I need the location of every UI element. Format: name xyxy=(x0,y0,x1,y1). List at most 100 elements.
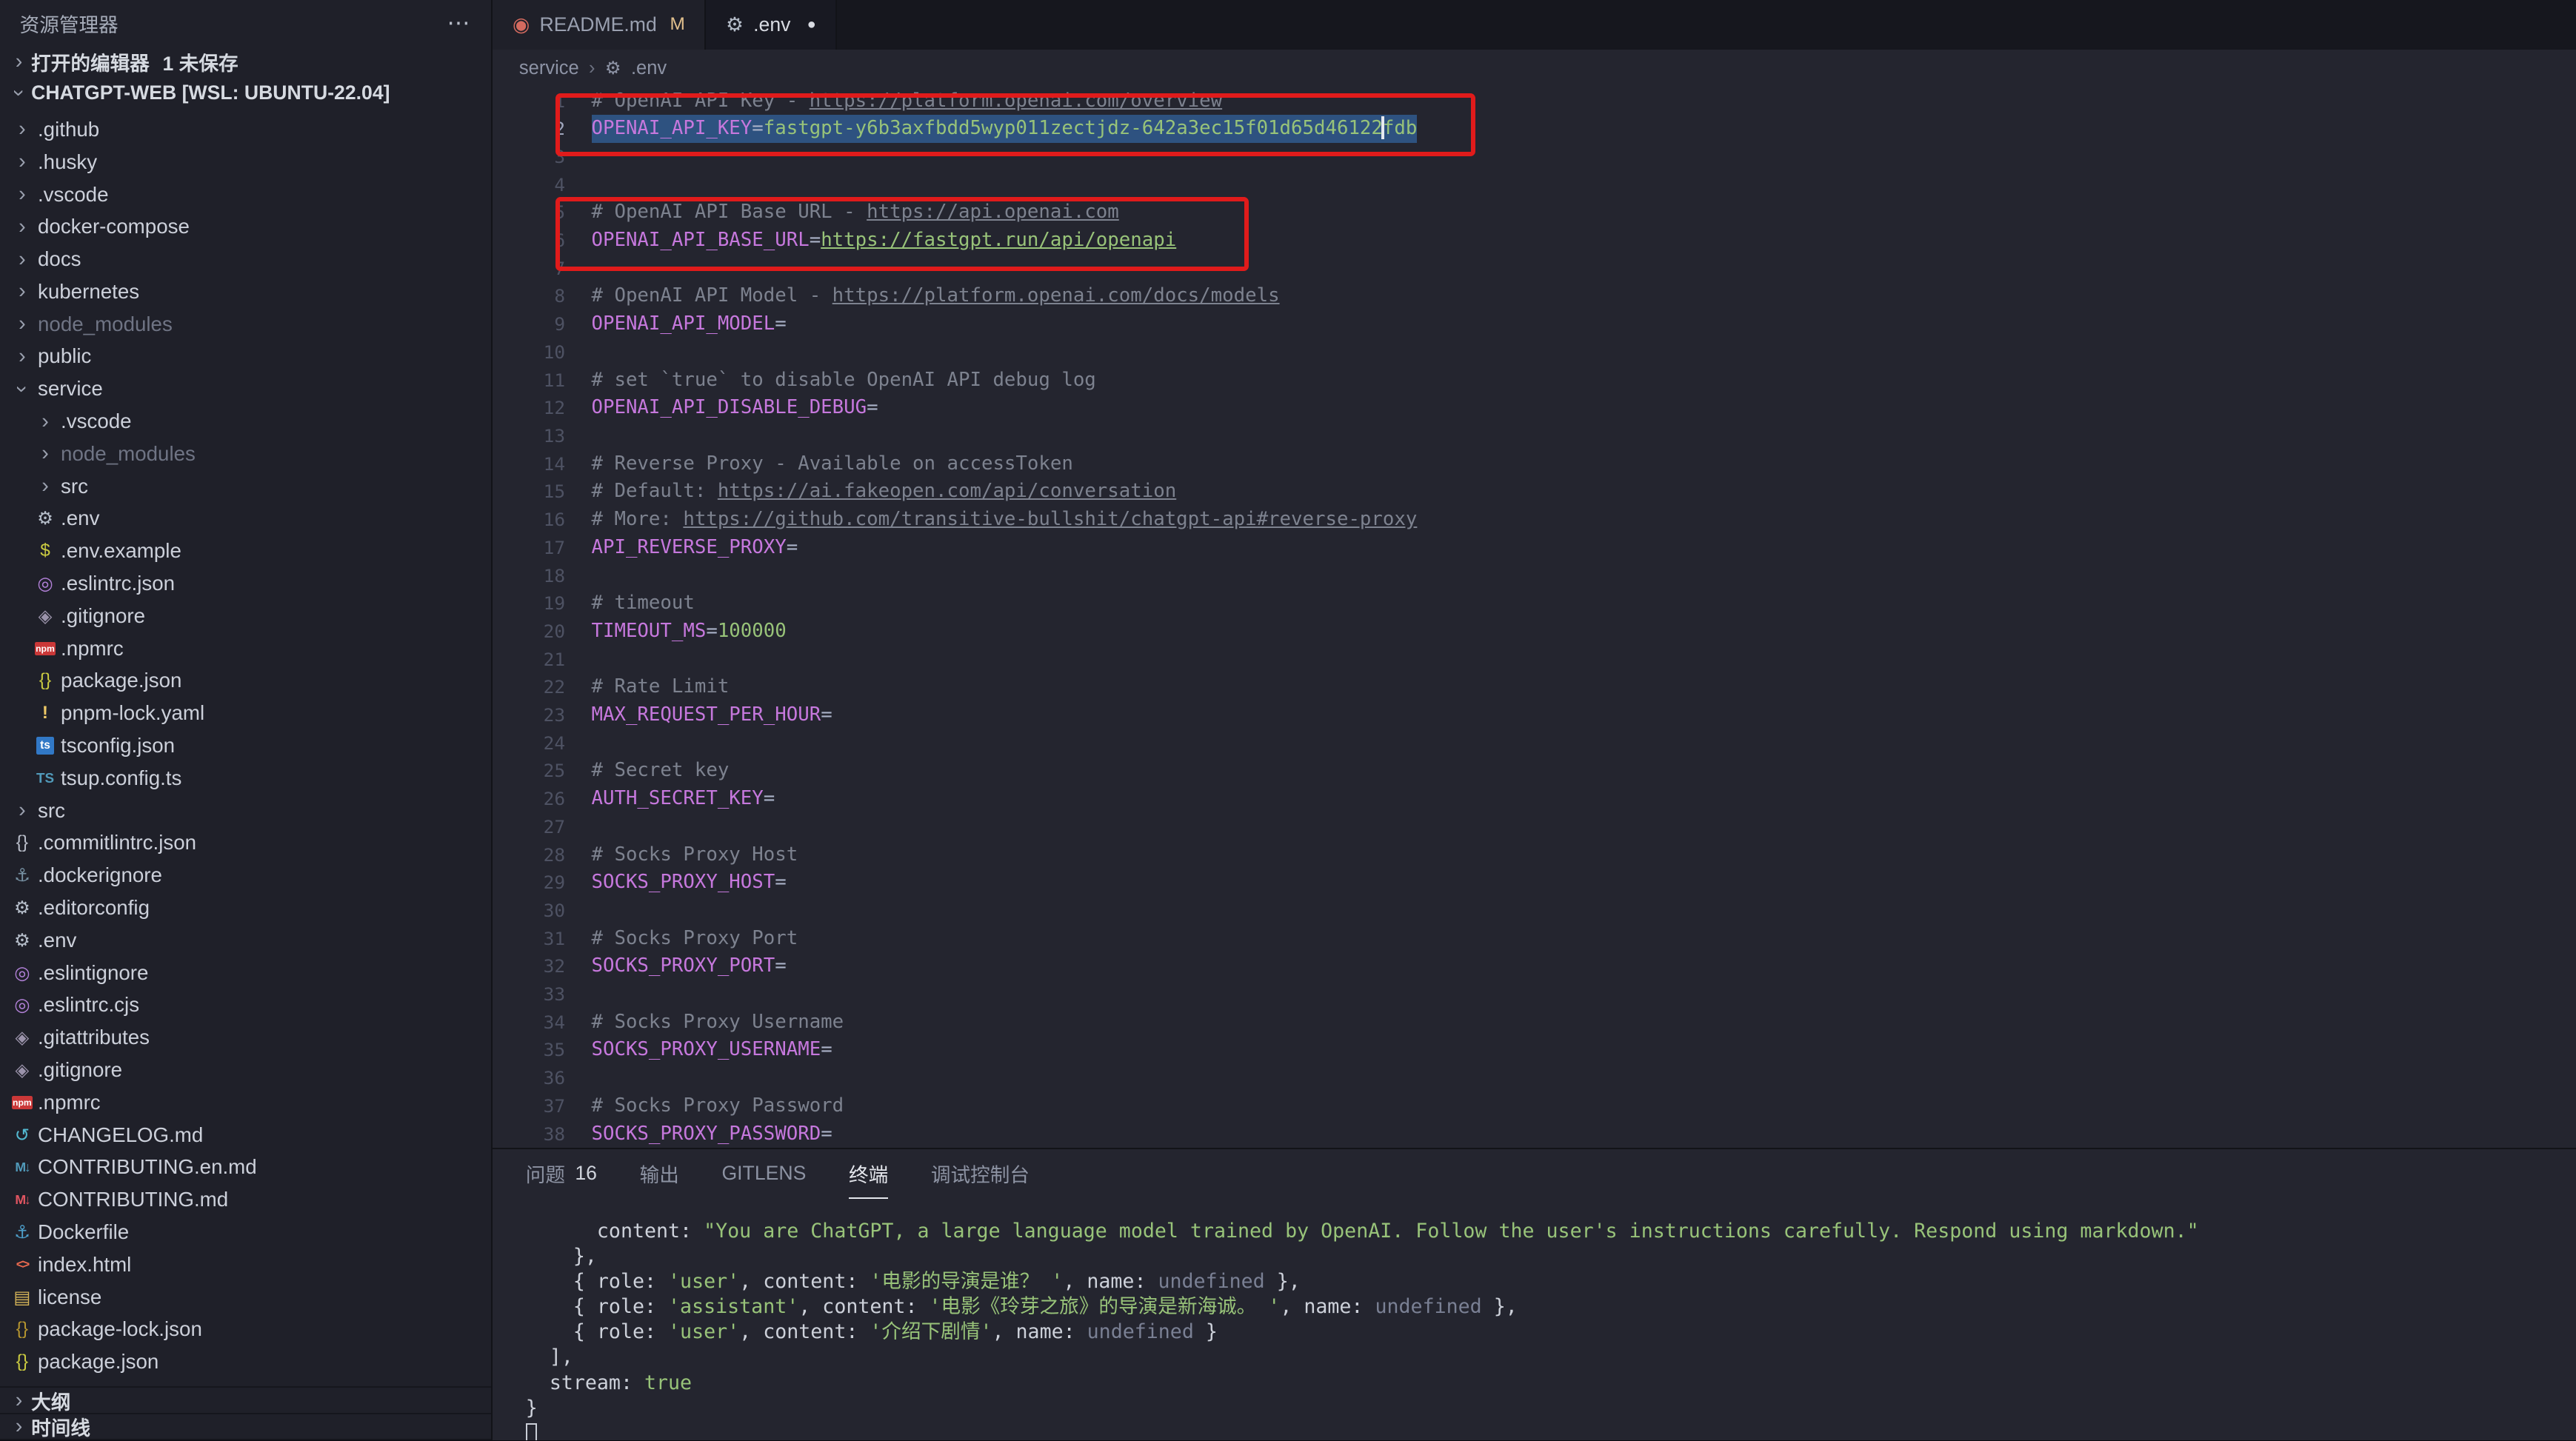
tab-.env[interactable]: ⚙.env● xyxy=(706,0,837,50)
folder-item-.vscode[interactable]: ›.vscode xyxy=(0,405,491,438)
code-line-23[interactable]: 23MAX_REQUEST_PER_HOUR= xyxy=(493,701,2576,729)
gitlens-tab[interactable]: GITLENS xyxy=(721,1149,806,1199)
terminal-cursor xyxy=(526,1423,538,1440)
code-line-4[interactable]: 4 xyxy=(493,171,2576,199)
panel-tab-bar: 问题16 输出 GITLENS 终端调试控制台 xyxy=(493,1149,2576,1199)
code-line-6[interactable]: 6OPENAI_API_BASE_URL=https://fastgpt.run… xyxy=(493,227,2576,255)
folder-item-node_modules[interactable]: ›node_modules xyxy=(0,438,491,470)
problems-tab[interactable]: 问题16 xyxy=(526,1149,597,1199)
file-item-.gitignore[interactable]: ◈.gitignore xyxy=(0,600,491,632)
debug-console-tab[interactable]: 调试控制台 xyxy=(931,1149,1030,1199)
code-editor[interactable]: 1# OpenAI API Key - https://platform.ope… xyxy=(493,87,2576,1149)
chevron-right-icon: › xyxy=(10,150,34,174)
file-item-package.json[interactable]: {}package.json xyxy=(0,665,491,698)
code-line-21[interactable]: 21 xyxy=(493,646,2576,674)
file-item-CONTRIBUTING.en.md[interactable]: M↓CONTRIBUTING.en.md xyxy=(0,1151,491,1184)
code-text: # OpenAI API Base URL - https://api.open… xyxy=(592,198,1119,227)
code-line-7[interactable]: 7 xyxy=(493,255,2576,283)
folder-item-docs[interactable]: ›docs xyxy=(0,243,491,275)
code-line-27[interactable]: 27 xyxy=(493,813,2576,841)
file-item-.eslintrc.cjs[interactable]: ◎.eslintrc.cjs xyxy=(0,989,491,1022)
code-line-3[interactable]: 3 xyxy=(493,143,2576,171)
file-item-.eslintignore[interactable]: ◎.eslintignore xyxy=(0,957,491,989)
folder-item-src[interactable]: ›src xyxy=(0,470,491,503)
code-line-9[interactable]: 9OPENAI_API_MODEL= xyxy=(493,310,2576,338)
code-line-22[interactable]: 22# Rate Limit xyxy=(493,673,2576,701)
outline-section[interactable]: › 大纲 xyxy=(0,1388,491,1414)
code-line-33[interactable]: 33 xyxy=(493,980,2576,1009)
folder-item-kubernetes[interactable]: ›kubernetes xyxy=(0,275,491,308)
file-item-.commitlintrc.json[interactable]: {}.commitlintrc.json xyxy=(0,827,491,860)
code-line-36[interactable]: 36 xyxy=(493,1064,2576,1092)
file-item-tsconfig.json[interactable]: tstsconfig.json xyxy=(0,729,491,762)
code-line-19[interactable]: 19# timeout xyxy=(493,589,2576,618)
breadcrumb-file[interactable]: .env xyxy=(631,58,667,79)
code-line-31[interactable]: 31# Socks Proxy Port xyxy=(493,925,2576,953)
code-line-30[interactable]: 30 xyxy=(493,897,2576,925)
more-actions-icon[interactable]: ⋯ xyxy=(447,10,472,36)
code-line-28[interactable]: 28# Socks Proxy Host xyxy=(493,841,2576,869)
timeline-section[interactable]: › 时间线 xyxy=(0,1414,491,1440)
file-item-Dockerfile[interactable]: ⚓Dockerfile xyxy=(0,1216,491,1248)
file-item-pnpm-lock.yaml[interactable]: !pnpm-lock.yaml xyxy=(0,697,491,729)
file-item-tsup.config.ts[interactable]: TStsup.config.ts xyxy=(0,762,491,795)
file-item-.editorconfig[interactable]: ⚙.editorconfig xyxy=(0,892,491,924)
code-line-37[interactable]: 37# Socks Proxy Password xyxy=(493,1092,2576,1120)
code-line-5[interactable]: 5# OpenAI API Base URL - https://api.ope… xyxy=(493,198,2576,227)
code-line-18[interactable]: 18 xyxy=(493,562,2576,590)
terminal-tab[interactable]: 终端 xyxy=(849,1149,888,1199)
tab-README.md[interactable]: ◉README.mdM xyxy=(493,0,706,50)
folder-item-public[interactable]: ›public xyxy=(0,341,491,373)
folder-item-src[interactable]: ›src xyxy=(0,795,491,827)
code-line-15[interactable]: 15# Default: https://ai.fakeopen.com/api… xyxy=(493,478,2576,506)
code-line-38[interactable]: 38SOCKS_PROXY_PASSWORD= xyxy=(493,1120,2576,1149)
folder-item-.github[interactable]: ›.github xyxy=(0,113,491,146)
terminal-token: content: xyxy=(526,1220,704,1243)
terminal[interactable]: content: "You are ChatGPT, a large langu… xyxy=(493,1199,2576,1440)
file-item-license[interactable]: ▤license xyxy=(0,1281,491,1314)
file-item-.npmrc[interactable]: npm.npmrc xyxy=(0,632,491,665)
code-line-34[interactable]: 34# Socks Proxy Username xyxy=(493,1009,2576,1037)
folder-item-docker-compose[interactable]: ›docker-compose xyxy=(0,210,491,243)
file-item-.gitattributes[interactable]: ◈.gitattributes xyxy=(0,1021,491,1054)
code-line-17[interactable]: 17API_REVERSE_PROXY= xyxy=(493,534,2576,562)
code-line-26[interactable]: 26AUTH_SECRET_KEY= xyxy=(493,785,2576,813)
code-line-24[interactable]: 24 xyxy=(493,729,2576,758)
file-item-.env[interactable]: ⚙.env xyxy=(0,924,491,957)
file-item-.gitignore[interactable]: ◈.gitignore xyxy=(0,1054,491,1086)
file-tree-label: package.json xyxy=(61,669,181,692)
code-line-16[interactable]: 16# More: https://github.com/transitive-… xyxy=(493,506,2576,534)
folder-item-.vscode[interactable]: ›.vscode xyxy=(0,178,491,211)
folder-item-node_modules[interactable]: ›node_modules xyxy=(0,308,491,341)
folder-item-service[interactable]: ›service xyxy=(0,372,491,405)
file-item-CHANGELOG.md[interactable]: ↺CHANGELOG.md xyxy=(0,1119,491,1151)
code-line-32[interactable]: 32SOCKS_PROXY_PORT= xyxy=(493,952,2576,980)
folder-item-.husky[interactable]: ›.husky xyxy=(0,146,491,178)
file-item-.npmrc[interactable]: npm.npmrc xyxy=(0,1086,491,1119)
output-tab[interactable]: 输出 xyxy=(640,1149,679,1199)
project-root-section[interactable]: › CHATGPT-WEB [WSL: UBUNTU-22.04] xyxy=(0,77,491,108)
file-item-CONTRIBUTING.md[interactable]: M↓CONTRIBUTING.md xyxy=(0,1183,491,1216)
code-line-20[interactable]: 20TIMEOUT_MS=100000 xyxy=(493,618,2576,646)
code-line-10[interactable]: 10 xyxy=(493,338,2576,367)
chevron-right-icon: › xyxy=(10,279,34,304)
file-item-package.json[interactable]: {}package.json xyxy=(0,1345,491,1378)
file-item-.eslintrc.json[interactable]: ◎.eslintrc.json xyxy=(0,567,491,600)
code-line-13[interactable]: 13 xyxy=(493,422,2576,450)
code-line-8[interactable]: 8# OpenAI API Model - https://platform.o… xyxy=(493,282,2576,310)
code-line-25[interactable]: 25# Secret key xyxy=(493,757,2576,785)
code-line-12[interactable]: 12OPENAI_API_DISABLE_DEBUG= xyxy=(493,394,2576,422)
file-item-package-lock.json[interactable]: {}package-lock.json xyxy=(0,1314,491,1346)
code-line-11[interactable]: 11# set `true` to disable OpenAI API deb… xyxy=(493,367,2576,395)
code-line-35[interactable]: 35SOCKS_PROXY_USERNAME= xyxy=(493,1036,2576,1064)
code-line-29[interactable]: 29SOCKS_PROXY_HOST= xyxy=(493,869,2576,897)
open-editors-section[interactable]: › 打开的编辑器 1 未保存 xyxy=(0,46,491,77)
code-line-1[interactable]: 1# OpenAI API Key - https://platform.ope… xyxy=(493,87,2576,116)
file-item-.env[interactable]: ⚙.env xyxy=(0,503,491,535)
file-item-index.html[interactable]: <>index.html xyxy=(0,1248,491,1281)
code-line-2[interactable]: 2OPENAI_API_KEY=fastgpt-y6b3axfbdd5wyp01… xyxy=(493,115,2576,143)
breadcrumb-folder[interactable]: service xyxy=(519,58,579,79)
file-item-.dockerignore[interactable]: ⚓.dockerignore xyxy=(0,859,491,892)
code-line-14[interactable]: 14# Reverse Proxy - Available on accessT… xyxy=(493,450,2576,478)
file-item-.env.example[interactable]: $.env.example xyxy=(0,535,491,567)
